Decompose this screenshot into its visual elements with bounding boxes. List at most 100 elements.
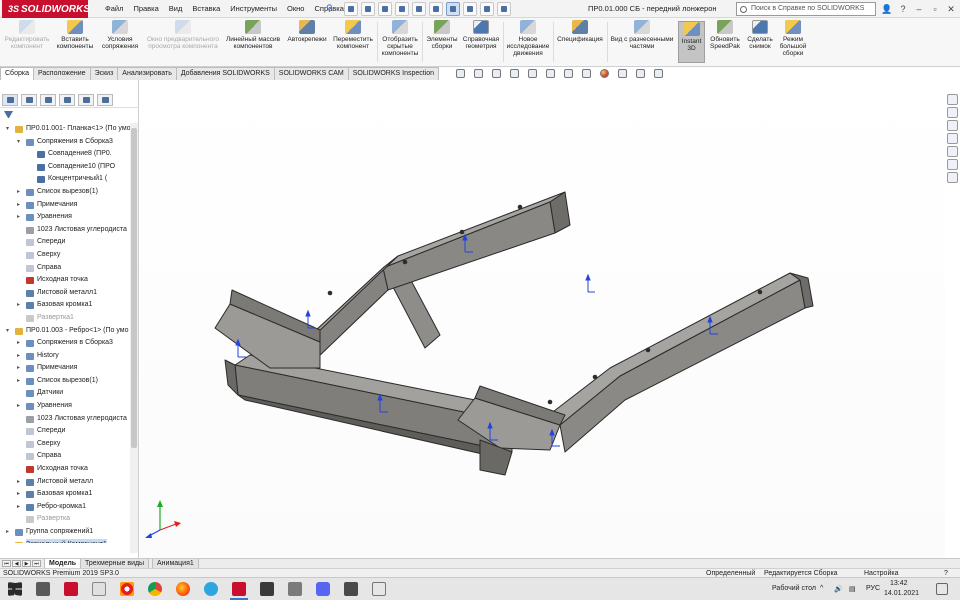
menu-view[interactable]: Вид [164, 0, 188, 18]
show-hidden-components-button[interactable]: Отобразить скрытые компоненты [378, 20, 422, 57]
expand-arrow-icon[interactable]: ▸ [17, 299, 20, 312]
help-question-icon[interactable]: ? [896, 2, 910, 16]
expand-arrow-icon[interactable]: ▸ [17, 362, 20, 375]
menu-file[interactable]: Файл [100, 0, 128, 18]
filter-icon[interactable] [4, 111, 13, 119]
tab-evaluate[interactable]: Анализировать [117, 67, 177, 80]
new-motion-study-button[interactable]: Новое исследование движения [504, 20, 552, 57]
tree-item[interactable]: 1023 Листовая углеродиста [0, 413, 130, 426]
network-icon[interactable]: ▤ [849, 585, 856, 593]
prev-tab-arrow-icon[interactable]: ◀ [12, 560, 21, 567]
expand-arrow-icon[interactable]: ▸ [17, 211, 20, 224]
tab-addins[interactable]: Добавления SOLIDWORKS [175, 67, 275, 80]
open-folder-icon[interactable] [378, 2, 392, 16]
tree-item[interactable]: ▾ Сопряжения в Сборка3 [0, 136, 130, 149]
expand-arrow-icon[interactable]: ▸ [17, 400, 20, 413]
tree-item[interactable]: ▸ Сопряжения в Сборка3 [0, 337, 130, 350]
take-snapshot-button[interactable]: Сделать снимок [744, 20, 776, 50]
more-tabs-icon[interactable] [97, 94, 113, 106]
view-palette-icon[interactable] [947, 133, 958, 144]
custom-properties-icon[interactable] [947, 159, 958, 170]
expand-arrow-icon[interactable]: ▸ [17, 337, 20, 350]
opera-icon[interactable] [120, 582, 134, 596]
tree-item[interactable]: Справа [0, 262, 130, 275]
expand-arrow-icon[interactable]: ▸ [17, 350, 20, 363]
graphics-area[interactable] [140, 80, 945, 558]
options-gear-icon[interactable] [497, 2, 511, 16]
tree-item[interactable]: ▾ ПР0.01.003 - Ребро<1> (По умо [0, 325, 130, 338]
solidworks-active-taskbar-icon[interactable] [230, 582, 248, 600]
expand-arrow-icon[interactable]: ▸ [6, 539, 9, 543]
tree-item[interactable]: ▸ Примечания [0, 199, 130, 212]
print-icon[interactable] [412, 2, 426, 16]
collapse-arrow-icon[interactable]: ▾ [6, 123, 9, 136]
smart-fasteners-button[interactable]: Автокрепежи [284, 20, 330, 43]
tree-item[interactable]: ▸ History [0, 350, 130, 363]
expand-arrow-icon[interactable]: ▸ [17, 501, 20, 514]
menu-insert[interactable]: Вставка [187, 0, 225, 18]
large-assembly-mode-button[interactable]: Режим большой сборки [776, 20, 810, 57]
solidworks-taskbar-icon[interactable] [64, 582, 78, 596]
tree-item[interactable]: Сверху [0, 438, 130, 451]
paint-icon[interactable] [92, 582, 106, 596]
tab-assembly[interactable]: Сборка [0, 67, 34, 80]
tree-item[interactable]: Спереди [0, 425, 130, 438]
tab-layout[interactable]: Расположение [32, 67, 91, 80]
tree-item[interactable]: ▸ Уравнения [0, 400, 130, 413]
tree-item[interactable]: ▸ Ребро-кромка1 [0, 501, 130, 514]
assembly-features-button[interactable]: Элементы сборки [424, 20, 460, 50]
tree-item[interactable]: ▸ Базовая кромка1 [0, 488, 130, 501]
reference-geometry-button[interactable]: Справочная геометрия [460, 20, 502, 50]
tanks-game-icon[interactable] [260, 582, 274, 596]
mate-button[interactable]: Условия сопряжения [98, 20, 142, 50]
volume-icon[interactable]: 🔊 [834, 585, 843, 593]
steam-icon[interactable] [288, 582, 302, 596]
tree-item[interactable]: Совпадение10 (ПРО [0, 161, 130, 174]
forum-icon[interactable] [947, 172, 958, 183]
menu-tools[interactable]: Инструменты [225, 0, 282, 18]
telegram-icon[interactable] [204, 582, 218, 596]
tree-item[interactable]: ▸ Примечания [0, 362, 130, 375]
tab-inspection[interactable]: SOLIDWORKS Inspection [347, 67, 440, 80]
view-settings-icon[interactable] [636, 69, 645, 78]
appearances-icon[interactable] [947, 146, 958, 157]
desktop-label[interactable]: Рабочий стол [772, 585, 816, 592]
close-icon[interactable]: ✕ [944, 2, 958, 16]
last-tab-arrow-icon[interactable]: ⏭ [32, 560, 41, 567]
expand-arrow-icon[interactable]: ▸ [17, 186, 20, 199]
clock-date[interactable]: 14.01.2021 [884, 590, 919, 597]
property-manager-tab-icon[interactable] [21, 94, 37, 106]
home-icon[interactable] [344, 2, 358, 16]
new-document-icon[interactable] [361, 2, 375, 16]
tree-item[interactable]: ▸ Листовой металл [0, 476, 130, 489]
tree-item[interactable]: Совпадение8 (ПР0. [0, 148, 130, 161]
dynamic-annotation-icon[interactable] [528, 69, 537, 78]
solidworks-resources-icon[interactable] [947, 94, 958, 105]
edit-component-button[interactable]: Редактировать компонент [2, 20, 52, 50]
linear-pattern-button[interactable]: Линейный массив компонентов [224, 20, 282, 50]
tree-item[interactable]: Спереди [0, 236, 130, 249]
app-icon[interactable] [344, 582, 358, 596]
tree-item[interactable]: 1023 Листовая углеродиста [0, 224, 130, 237]
solidworks-logo[interactable]: 3S SOLIDWORKS [2, 0, 90, 18]
tree-scrollbar[interactable] [130, 123, 138, 553]
scene-icon[interactable] [618, 69, 627, 78]
tree-item[interactable]: ▸ Список вырезов(1) [0, 375, 130, 388]
component-preview-button[interactable]: Окно предварительного просмотра компонен… [142, 20, 224, 50]
collapse-arrow-icon[interactable]: ▾ [6, 325, 9, 338]
notifications-icon[interactable] [936, 583, 948, 595]
update-speedpak-button[interactable]: Обновить SpeedPak [706, 20, 744, 50]
first-tab-arrow-icon[interactable]: ⏮ [2, 560, 11, 567]
appearance-icon[interactable] [600, 69, 609, 78]
bom-button[interactable]: Спецификация [554, 20, 606, 43]
tray-arrow-icon[interactable]: ^ [820, 585, 823, 592]
language-indicator[interactable]: РУС [866, 585, 880, 592]
expand-arrow-icon[interactable]: ▸ [6, 526, 9, 539]
discord-icon[interactable] [316, 582, 330, 596]
tree-item[interactable]: Сверху [0, 249, 130, 262]
restore-icon[interactable]: ▫ [928, 2, 942, 16]
help-search-input[interactable]: Поиск в Справке по SOLIDWORKS [736, 2, 876, 16]
tree-item[interactable]: Справа [0, 450, 130, 463]
tree-item[interactable]: Листовой металл1 [0, 287, 130, 300]
user-icon[interactable]: 👤 [880, 2, 894, 16]
